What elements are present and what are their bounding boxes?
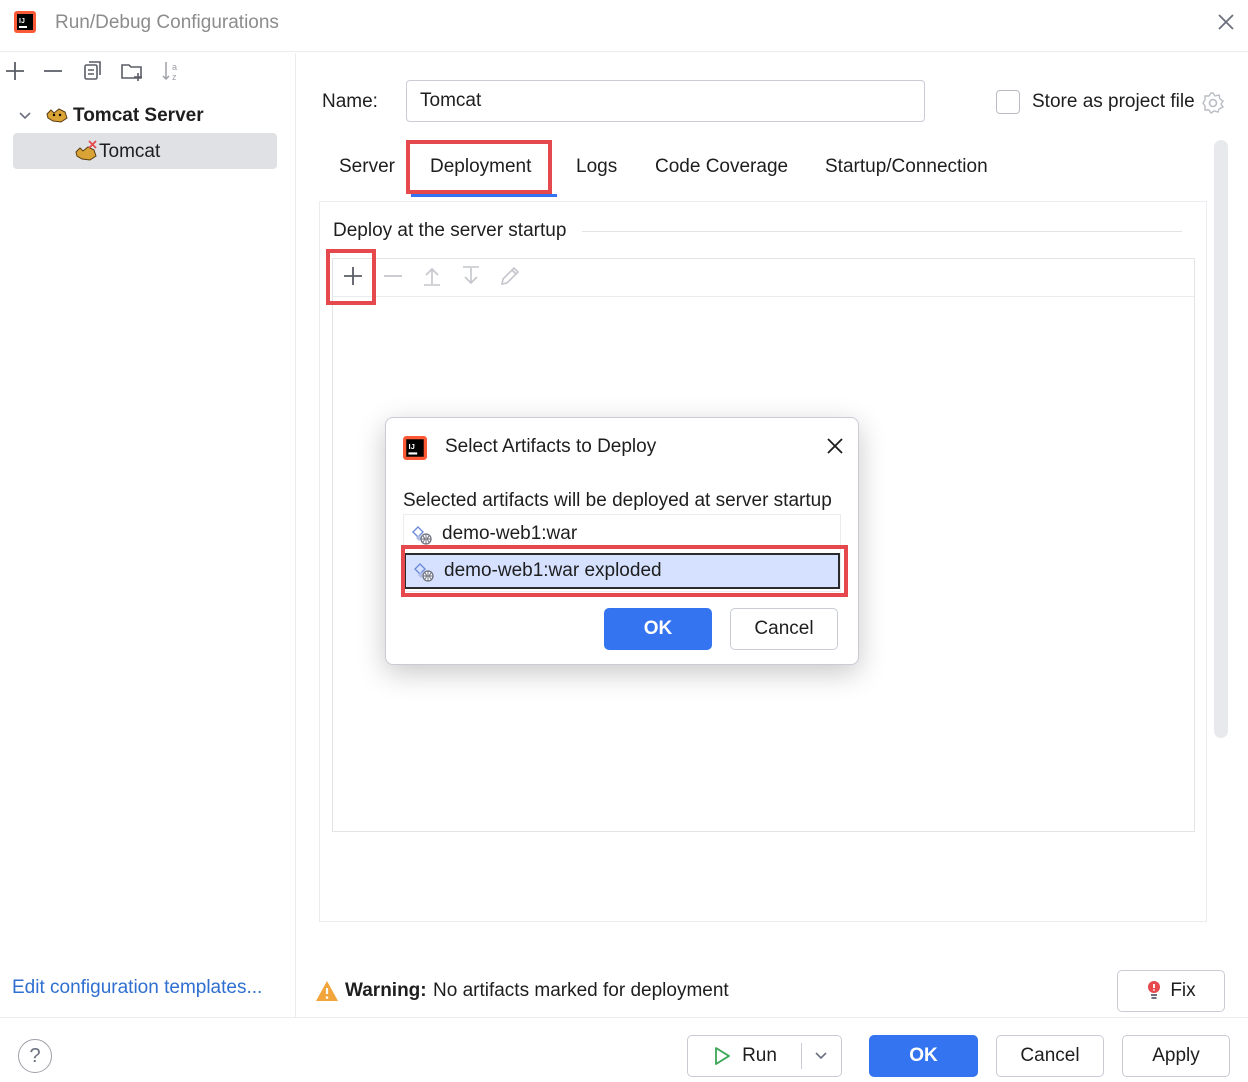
sort-icon[interactable]: az bbox=[160, 59, 184, 83]
dialog-ok-button[interactable]: OK bbox=[604, 608, 712, 650]
tab-code-coverage[interactable]: Code Coverage bbox=[655, 156, 788, 178]
svg-text:IJ: IJ bbox=[19, 18, 25, 25]
play-icon bbox=[715, 1047, 730, 1065]
web-artifact-icon bbox=[412, 526, 432, 545]
move-down-icon[interactable] bbox=[459, 264, 483, 288]
edit-templates-link[interactable]: Edit configuration templates... bbox=[12, 977, 262, 999]
tab-server[interactable]: Server bbox=[339, 156, 395, 178]
store-as-project-file-checkbox[interactable] bbox=[996, 90, 1020, 114]
tab-startup-connection[interactable]: Startup/Connection bbox=[825, 156, 988, 178]
run-label: Run bbox=[742, 1045, 777, 1066]
tree-item-label: Tomcat bbox=[99, 141, 161, 162]
fix-button[interactable]: Fix bbox=[1117, 970, 1225, 1012]
title-bar: IJ Run/Debug Configurations bbox=[0, 0, 1248, 52]
warning-prefix: Warning: bbox=[345, 980, 427, 1001]
chevron-down-icon[interactable] bbox=[813, 1048, 829, 1064]
dialog-title: Select Artifacts to Deploy bbox=[445, 436, 657, 457]
configuration-tree-panel bbox=[0, 53, 296, 1017]
tomcat-error-icon bbox=[75, 140, 97, 161]
dialog-cancel-button[interactable]: Cancel bbox=[730, 608, 838, 650]
name-input[interactable] bbox=[406, 80, 925, 122]
new-folder-icon[interactable] bbox=[120, 59, 144, 83]
warning-message: No artifacts marked for deployment bbox=[433, 980, 729, 1001]
remove-artifact-icon[interactable] bbox=[381, 264, 405, 288]
section-divider bbox=[582, 231, 1182, 232]
close-icon[interactable] bbox=[1214, 10, 1238, 34]
warning-icon bbox=[316, 981, 338, 1001]
active-tab-indicator bbox=[411, 194, 557, 197]
remove-icon[interactable] bbox=[41, 59, 65, 83]
deployment-tab-highlight bbox=[406, 140, 552, 194]
tree-group-tomcat-server[interactable]: Tomcat Server bbox=[73, 105, 204, 127]
intellij-logo-icon: IJ bbox=[403, 436, 427, 460]
close-icon[interactable] bbox=[823, 434, 847, 458]
tab-logs[interactable]: Logs bbox=[576, 156, 617, 178]
add-button-highlight bbox=[326, 249, 376, 305]
selected-artifact-highlight bbox=[401, 545, 848, 597]
copy-icon[interactable] bbox=[81, 59, 105, 83]
run-split-divider bbox=[801, 1043, 802, 1069]
svg-text:a: a bbox=[172, 62, 177, 72]
tomcat-icon bbox=[46, 108, 68, 123]
scrollbar[interactable] bbox=[1214, 140, 1228, 738]
window-title: Run/Debug Configurations bbox=[55, 12, 279, 33]
intellij-logo-icon: IJ bbox=[14, 11, 36, 33]
run-button[interactable]: Run bbox=[688, 1035, 801, 1077]
bulb-error-icon bbox=[1148, 981, 1161, 999]
chevron-down-icon[interactable] bbox=[17, 108, 33, 124]
list-toolbar-divider bbox=[333, 296, 1194, 297]
apply-button[interactable]: Apply bbox=[1122, 1035, 1230, 1077]
gear-icon[interactable] bbox=[1201, 91, 1225, 115]
cancel-button[interactable]: Cancel bbox=[996, 1035, 1104, 1077]
ok-button[interactable]: OK bbox=[869, 1035, 978, 1077]
edit-icon[interactable] bbox=[498, 264, 522, 288]
name-label: Name: bbox=[322, 91, 378, 112]
move-up-icon[interactable] bbox=[420, 264, 444, 288]
section-title: Deploy at the server startup bbox=[333, 220, 567, 241]
help-button[interactable]: ? bbox=[18, 1039, 52, 1073]
artifact-label: demo-web1:war bbox=[442, 523, 578, 544]
svg-text:z: z bbox=[172, 72, 177, 82]
store-as-project-file-label[interactable]: Store as project file bbox=[1032, 91, 1195, 113]
fix-label: Fix bbox=[1170, 980, 1196, 1001]
add-icon[interactable] bbox=[3, 59, 27, 83]
dialog-description: Selected artifacts will be deployed at s… bbox=[403, 490, 832, 511]
svg-text:IJ: IJ bbox=[408, 442, 414, 451]
